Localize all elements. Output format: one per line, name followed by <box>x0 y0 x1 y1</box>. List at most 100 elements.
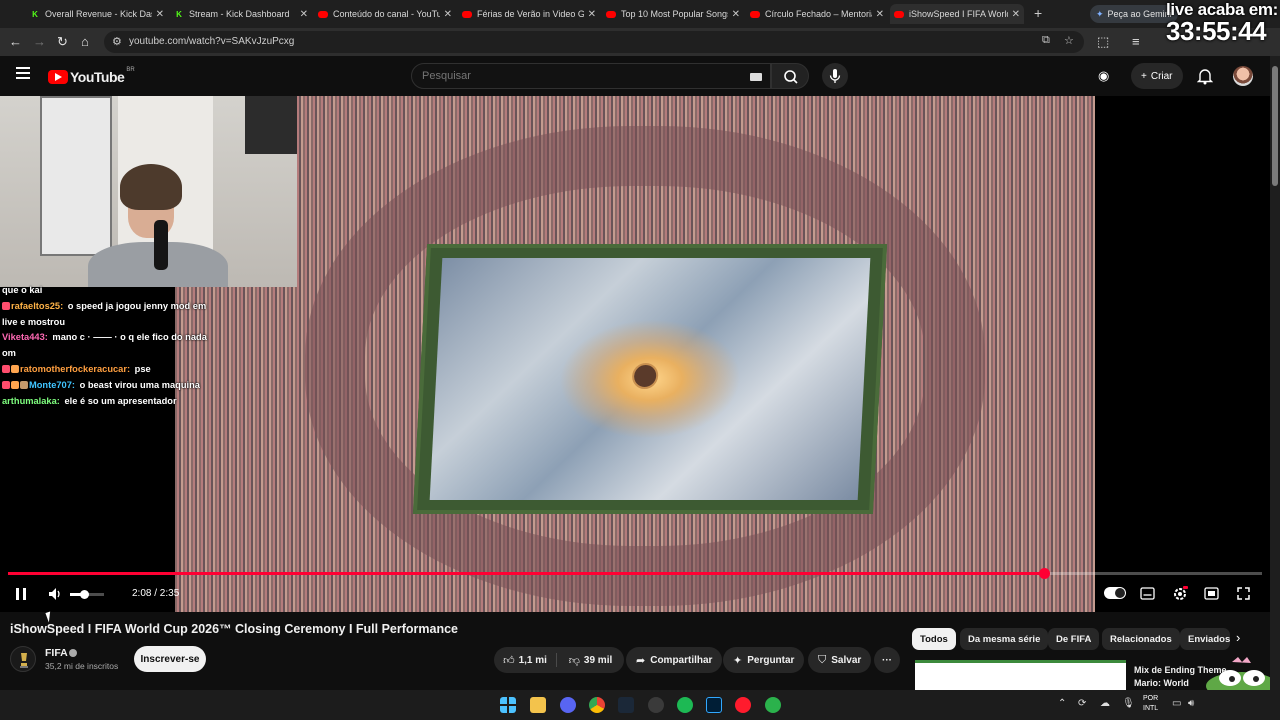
browser-tab[interactable]: K Stream - Kick Dashboard ✕ <box>174 4 308 24</box>
progress-scrubber[interactable] <box>1038 568 1050 579</box>
like-button[interactable]: 👍︎ 1,1 mi <box>494 647 556 673</box>
network-sync-icon[interactable]: ⟳ <box>1078 698 1086 709</box>
close-icon[interactable]: ✕ <box>444 9 452 20</box>
create-button[interactable]: + Criar <box>1131 63 1183 89</box>
plus-icon: + <box>1141 70 1147 82</box>
theater-mode-icon[interactable] <box>1204 587 1219 600</box>
page-scrollbar[interactable] <box>1270 56 1280 690</box>
notifications-bell-icon[interactable] <box>1197 67 1213 85</box>
speaker-icon[interactable]: 🔊︎ <box>1188 698 1194 709</box>
chip-same-series[interactable]: Da mesma série <box>960 628 1049 650</box>
stream-timer-value: 33:55:44 <box>1166 16 1267 46</box>
chip-related[interactable]: Relacionados <box>1102 628 1180 650</box>
mouse-cursor <box>45 611 54 623</box>
ask-button[interactable]: ✦ Perguntar <box>723 647 805 673</box>
more-actions-button[interactable]: ··· <box>874 647 900 673</box>
new-tab-button[interactable]: + <box>1034 5 1042 21</box>
windows-start-icon[interactable] <box>500 697 516 713</box>
youtube-icon <box>750 10 760 18</box>
subscribe-button[interactable]: Inscrever-se <box>134 646 206 672</box>
fullscreen-icon[interactable] <box>1237 587 1250 600</box>
monitor-icon[interactable]: ▭ <box>1172 698 1181 709</box>
extensions-icon[interactable]: ⬚ <box>1097 34 1109 50</box>
chrome-icon[interactable] <box>589 697 605 713</box>
video-frame[interactable] <box>175 96 1095 612</box>
chevron-right-icon[interactable]: › <box>1236 630 1240 645</box>
volume-icon[interactable] <box>47 586 63 602</box>
opera-icon[interactable] <box>735 697 751 713</box>
input-language[interactable]: POR INTL <box>1143 694 1158 714</box>
keyboard-layout: INTL <box>1143 705 1159 712</box>
video-player[interactable]: que o kai rafaeltos25: o speed ja jogou j… <box>0 96 1270 612</box>
chat-message: Viketa443: mano c · ―― · o q ele fico do… <box>2 330 222 362</box>
subtitles-icon[interactable] <box>1140 587 1155 600</box>
chatgpt-icon[interactable] <box>648 697 664 713</box>
bookmark-star-icon[interactable]: ☆ <box>1064 34 1074 47</box>
ask-label: Perguntar <box>747 654 795 666</box>
voice-search-button[interactable] <box>822 63 848 89</box>
channel-avatar[interactable] <box>10 646 36 672</box>
close-icon[interactable]: ✕ <box>732 9 740 20</box>
recommended-video-thumbnail[interactable] <box>915 660 1126 690</box>
browser-tab-strip: K Overall Revenue - Kick Dash ✕ K Stream… <box>0 0 1280 28</box>
browser-tab[interactable]: Top 10 Most Popular Songs ✕ <box>606 4 740 24</box>
scrollbar-thumb[interactable] <box>1272 66 1278 186</box>
close-icon[interactable]: ✕ <box>156 9 164 20</box>
discord-icon[interactable] <box>560 697 576 713</box>
photoshop-icon[interactable] <box>706 697 722 713</box>
close-icon[interactable]: ✕ <box>588 9 596 20</box>
tray-chevron-up-icon[interactable]: ⌃ <box>1058 698 1066 709</box>
dislike-button[interactable]: 👎︎ 39 mil <box>557 647 624 673</box>
browser-tab[interactable]: Conteúdo do canal - YouTu ✕ <box>318 4 452 24</box>
forward-icon[interactable]: → <box>33 34 46 49</box>
gemini-button[interactable]: ✦ Peça ao Gemini <box>1090 5 1178 23</box>
chip-uploaded[interactable]: Enviados <box>1180 628 1230 650</box>
xbox-icon[interactable] <box>765 697 781 713</box>
account-avatar[interactable] <box>1233 66 1253 86</box>
chat-badge-icon <box>2 301 10 310</box>
settings-gear-icon[interactable] <box>1172 586 1188 602</box>
tab-label: Top 10 Most Popular Songs <box>621 9 728 19</box>
eye-icon[interactable]: ◉ <box>1098 68 1109 84</box>
address-bar[interactable]: ⚙ youtube.com/watch?v=SAKvJzuPcxg ⧉ ☆ <box>104 31 1084 53</box>
chat-badge-icon <box>2 364 10 373</box>
media-controls-icon[interactable]: ≡ <box>1132 34 1140 49</box>
progress-bar[interactable] <box>8 568 1262 579</box>
country-code: BR <box>126 67 135 73</box>
browser-tab[interactable]: Círculo Fechado – Mentoria ✕ <box>750 4 884 24</box>
install-app-icon[interactable]: ⧉ <box>1042 34 1050 47</box>
youtube-icon <box>606 10 616 18</box>
spotify-icon[interactable] <box>677 697 693 713</box>
cloud-icon[interactable]: ☁ <box>1100 698 1110 709</box>
close-icon[interactable]: ✕ <box>876 9 884 20</box>
close-icon[interactable]: ✕ <box>1012 9 1020 20</box>
search-box <box>411 63 771 89</box>
hamburger-menu-icon[interactable] <box>16 67 30 79</box>
share-button[interactable]: ➦ Compartilhar <box>626 647 723 673</box>
save-button[interactable]: ⛉ Salvar <box>808 647 872 673</box>
steam-icon[interactable] <box>618 697 634 713</box>
chat-badge-icon <box>2 380 10 389</box>
keyboard-icon[interactable] <box>750 73 762 81</box>
browser-tab[interactable]: K Overall Revenue - Kick Dash ✕ <box>30 4 164 24</box>
close-icon[interactable]: ✕ <box>300 9 308 20</box>
autoplay-toggle[interactable] <box>1104 587 1126 599</box>
volume-slider[interactable] <box>70 590 104 599</box>
browser-tab[interactable]: Férias de Verão in Video Ga ✕ <box>462 4 596 24</box>
reload-icon[interactable]: ↻ <box>57 34 68 50</box>
home-icon[interactable]: ⌂ <box>81 34 89 49</box>
pause-icon[interactable] <box>14 587 28 601</box>
youtube-logo[interactable]: YouTube BR <box>48 67 135 85</box>
chip-all[interactable]: Todos <box>912 628 956 650</box>
search-button[interactable] <box>771 63 809 89</box>
microphone-tray-icon[interactable]: 🎙︎ <box>1122 698 1135 709</box>
site-info-icon[interactable]: ⚙ <box>112 35 122 48</box>
back-icon[interactable]: ← <box>9 34 22 49</box>
volume-knob[interactable] <box>79 590 89 599</box>
browser-tab-active[interactable]: iShowSpeed I FIFA World ✕ <box>890 4 1024 24</box>
like-count: 1,1 mi <box>518 654 547 666</box>
search-input[interactable] <box>422 70 722 82</box>
file-explorer-icon[interactable] <box>530 697 546 713</box>
channel-name[interactable]: FIFA <box>45 647 68 659</box>
chip-from-channel[interactable]: De FIFA <box>1048 628 1100 650</box>
